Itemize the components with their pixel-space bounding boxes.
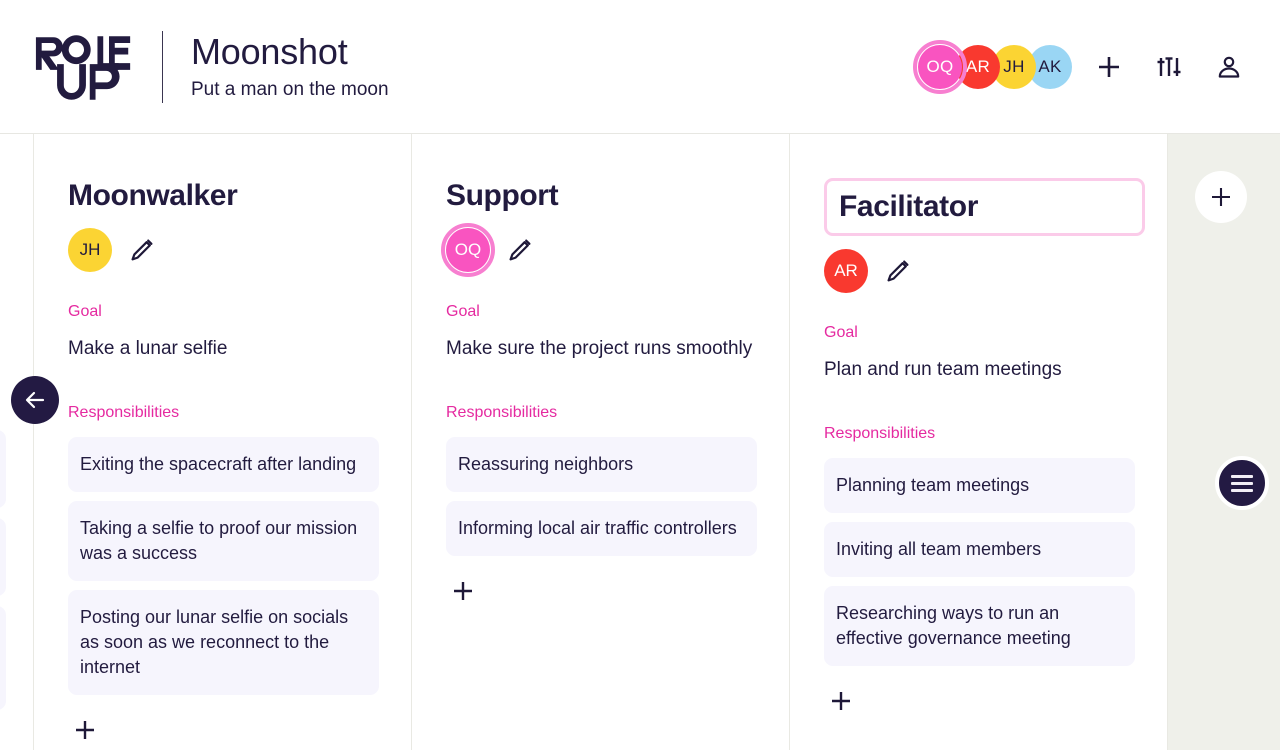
app-header: Moonshot Put a man on the moon OQ AR JH AK	[0, 0, 1280, 134]
plus-icon	[1099, 56, 1119, 77]
plus-icon	[832, 692, 850, 710]
brand-divider	[162, 30, 163, 103]
plus-icon	[454, 582, 472, 600]
edit-role-button[interactable]	[884, 257, 912, 285]
assignee-row: JH	[68, 228, 379, 272]
responsibilities-label: Responsibilities	[446, 404, 558, 421]
hamburger-menu-icon	[1231, 474, 1253, 492]
member-avatar[interactable]: OQ	[913, 39, 967, 94]
back-button[interactable]	[11, 376, 59, 424]
assignee-row: OQ	[441, 223, 757, 277]
role-title-input[interactable]: Facilitator	[824, 178, 1145, 236]
header-actions: OQ AR JH AK	[913, 39, 1252, 94]
project-titles: Moonshot Put a man on the moon	[191, 30, 389, 104]
add-responsibility-button[interactable]	[826, 686, 856, 716]
assignee-avatar[interactable]: JH	[68, 228, 112, 272]
responsibility-card[interactable]: Taking a selfie to proof our mission was…	[68, 501, 379, 581]
edit-role-button[interactable]	[506, 236, 534, 264]
responsibility-list: Exiting the spacecraft after landing Taki…	[68, 437, 379, 695]
plus-icon	[76, 721, 94, 739]
pencil-icon	[887, 260, 909, 282]
assignee-row: AR	[824, 249, 1135, 293]
responsibility-card[interactable]: Inviting all team members	[824, 522, 1135, 577]
pencil-icon	[131, 239, 153, 261]
role-column: Support OQ Goal Make sure the project runs …	[412, 134, 790, 750]
responsibility-card[interactable]: Planning team meetings	[824, 458, 1135, 513]
edit-role-button[interactable]	[128, 236, 156, 264]
add-column-button[interactable]	[1195, 171, 1247, 223]
board-menu-button[interactable]	[1215, 456, 1269, 510]
responsibilities-label: Responsibilities	[68, 404, 180, 421]
assignee-avatar[interactable]: AR	[824, 249, 868, 293]
responsibility-card[interactable]	[0, 518, 6, 596]
board-columns: Moonwalker JH Goal Make a lunar selfie Respo…	[0, 134, 1168, 750]
role-title[interactable]: Moonwalker	[68, 178, 379, 214]
arrow-left-icon	[25, 391, 45, 409]
pencil-icon	[509, 239, 531, 261]
goal-text[interactable]: Make sure the project runs smoothly	[446, 336, 757, 361]
responsibility-card[interactable]	[0, 430, 6, 508]
add-responsibility-button[interactable]	[448, 576, 478, 606]
column-partial	[0, 134, 34, 750]
responsibilities-label: Responsibilities	[824, 425, 936, 442]
role-column: Facilitator AR Goal Plan and run team meeti…	[790, 134, 1168, 750]
responsibility-list: Reassuring neighbors Informing local air …	[446, 437, 757, 556]
responsibility-card[interactable]: Posting our lunar selfie on socials as s…	[68, 590, 379, 695]
responsibility-card[interactable]: Researching ways to run an effective gov…	[824, 586, 1135, 666]
responsibility-card[interactable]: Reassuring neighbors	[446, 437, 757, 492]
add-responsibility-button[interactable]	[70, 715, 100, 745]
add-member-button[interactable]	[1086, 44, 1132, 90]
goal-label: Goal	[446, 303, 480, 320]
role-title[interactable]: Support	[446, 178, 757, 214]
goal-label: Goal	[68, 303, 102, 320]
project-subtitle: Put a man on the moon	[191, 78, 389, 100]
page-title: Moonshot	[191, 30, 348, 72]
responsibility-card[interactable]	[0, 606, 6, 710]
brand-block: Moonshot Put a man on the moon	[34, 26, 389, 108]
responsibility-card[interactable]: Exiting the spacecraft after landing	[68, 437, 379, 492]
sliders-icon	[1157, 56, 1181, 76]
settings-button[interactable]	[1146, 44, 1192, 90]
plus-icon	[1212, 188, 1230, 206]
responsibility-card[interactable]: Informing local air traffic controllers	[446, 501, 757, 556]
responsibility-list: Planning team meetings Inviting all team …	[824, 458, 1135, 666]
app-root: Moonshot Put a man on the moon OQ AR JH AK	[0, 0, 1280, 750]
role-column: Moonwalker JH Goal Make a lunar selfie Respo…	[34, 134, 412, 750]
goal-label: Goal	[824, 324, 858, 341]
member-avatar[interactable]: AR	[956, 44, 1000, 89]
roleup-logo-icon[interactable]	[34, 29, 134, 105]
member-avatar-stack: OQ AR JH AK	[913, 39, 1072, 94]
goal-text[interactable]: Plan and run team meetings	[824, 357, 1135, 382]
assignee-avatar[interactable]: OQ	[441, 223, 495, 277]
board-right-pane	[1167, 134, 1280, 750]
account-button[interactable]	[1206, 44, 1252, 90]
goal-text[interactable]: Make a lunar selfie	[68, 336, 379, 361]
role-board: Moonwalker JH Goal Make a lunar selfie Respo…	[0, 134, 1280, 750]
person-icon	[1218, 56, 1240, 78]
